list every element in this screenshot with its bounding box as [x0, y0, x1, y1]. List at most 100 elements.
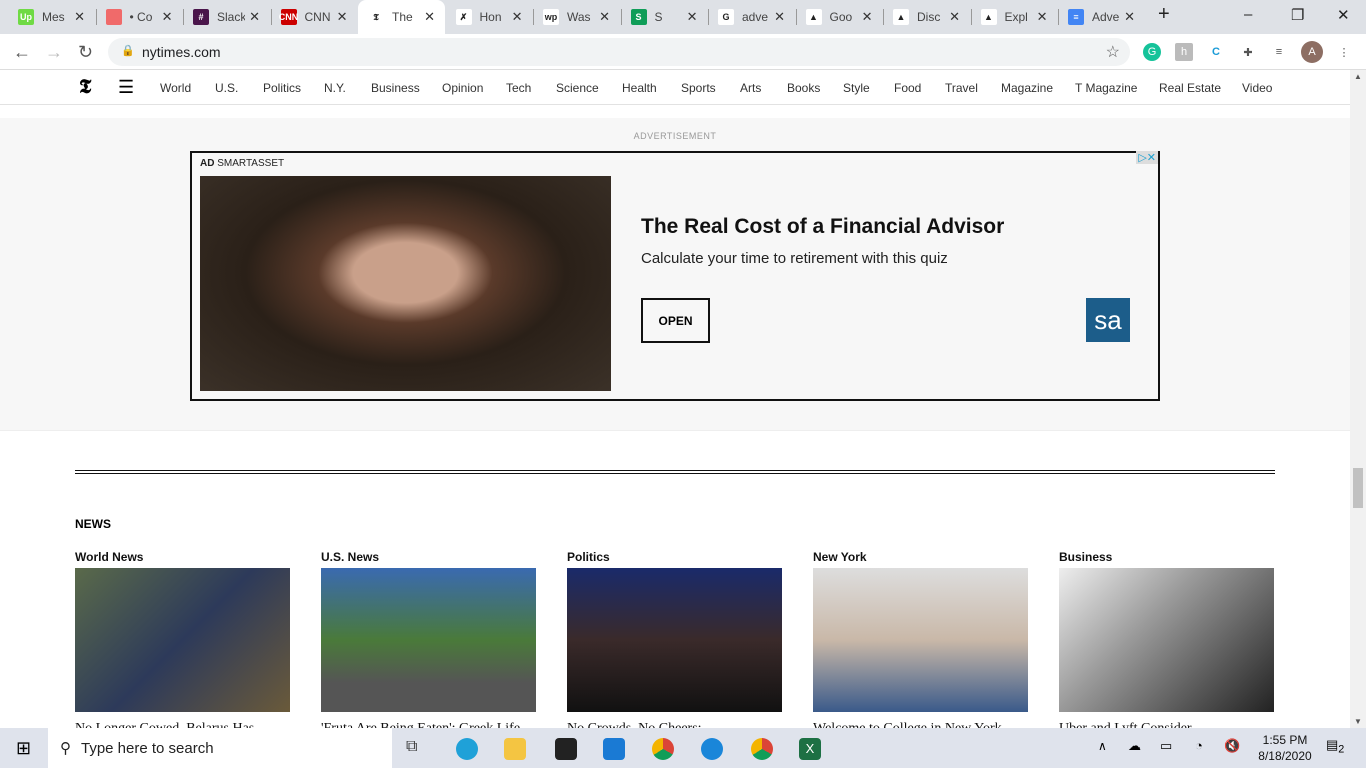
tab-8[interactable]: Gadve ✕	[708, 0, 795, 34]
close-tab-icon[interactable]: ✕	[512, 9, 523, 25]
mail-icon[interactable]	[603, 738, 625, 760]
nav-link[interactable]: Politics	[263, 81, 301, 95]
nav-link[interactable]: Food	[894, 81, 921, 95]
windows-start-icon[interactable]: ⊞	[16, 738, 31, 759]
story-headline[interactable]: Uber and Lyft Consider	[1059, 720, 1274, 728]
app-icon[interactable]	[701, 738, 723, 760]
tab-4[interactable]: 𝕿 The ✕	[358, 0, 445, 34]
story-image[interactable]	[567, 568, 782, 712]
section-label[interactable]: Business	[1059, 550, 1274, 564]
new-tab-button[interactable]: +	[1158, 3, 1170, 26]
tab-2[interactable]: # Slack ✕	[183, 0, 270, 34]
taskbar-search-input[interactable]: ⚲ Type here to search	[48, 728, 392, 768]
back-icon[interactable]: ←	[13, 42, 31, 63]
store-icon[interactable]	[555, 738, 577, 760]
nav-link[interactable]: Video	[1242, 81, 1272, 95]
puzzle-icon[interactable]: ✚	[1239, 43, 1257, 61]
story-image[interactable]	[1059, 568, 1274, 712]
nav-link[interactable]: Health	[622, 81, 657, 95]
avatar[interactable]: A	[1301, 41, 1323, 63]
volume-muted-icon[interactable]: 🔇	[1224, 738, 1240, 754]
tab-5[interactable]: ✗ Hon ✕	[446, 0, 533, 34]
close-tab-icon[interactable]: ✕	[1037, 9, 1048, 25]
story-image[interactable]	[813, 568, 1028, 712]
close-tab-icon[interactable]: ✕	[949, 9, 960, 25]
menu-icon[interactable]: ⋮	[1335, 43, 1353, 61]
close-window-button[interactable]: ✕	[1337, 6, 1350, 24]
story-headline[interactable]: 'Fruta Are Being Eaten': Greek Life	[321, 720, 536, 728]
close-tab-icon[interactable]: ✕	[249, 9, 260, 25]
nav-link[interactable]: Magazine	[1001, 81, 1053, 95]
close-tab-icon[interactable]: ✕	[862, 9, 873, 25]
tab-9[interactable]: ▲ Goo ✕	[796, 0, 883, 34]
tab-0[interactable]: Up Mes ✕	[8, 0, 95, 34]
close-tab-icon[interactable]: ✕	[162, 9, 173, 25]
extension-icon[interactable]: C	[1207, 43, 1225, 61]
forward-icon[interactable]: →	[45, 42, 63, 63]
grammarly-icon[interactable]: G	[1143, 43, 1161, 61]
tab-10[interactable]: ▲ Disc ✕	[883, 0, 970, 34]
extension-icon[interactable]: h	[1175, 43, 1193, 61]
nav-link[interactable]: Tech	[506, 81, 531, 95]
story-image[interactable]	[75, 568, 290, 712]
nav-link[interactable]: T Magazine	[1075, 81, 1137, 95]
clock[interactable]: 1:55 PM 8/18/2020	[1255, 732, 1315, 764]
nav-link[interactable]: Travel	[945, 81, 978, 95]
tab-12[interactable]: ≡ Adve ✕	[1058, 0, 1145, 34]
ad-banner[interactable]: AD SMARTASSET ▷✕ The Real Cost of a Fina…	[190, 151, 1160, 401]
minimize-button[interactable]: –	[1244, 6, 1252, 23]
section-label[interactable]: New York	[813, 550, 1028, 564]
close-tab-icon[interactable]: ✕	[424, 9, 435, 25]
nav-link[interactable]: Science	[556, 81, 599, 95]
nav-link[interactable]: Arts	[740, 81, 761, 95]
ad-open-button[interactable]: OPEN	[641, 298, 710, 343]
onedrive-icon[interactable]: ☁	[1128, 738, 1141, 754]
ad-image[interactable]	[200, 176, 611, 391]
battery-icon[interactable]: ▭	[1160, 738, 1172, 754]
reload-icon[interactable]: ↻	[78, 42, 93, 63]
nav-link[interactable]: Sports	[681, 81, 716, 95]
tab-3[interactable]: CNN CNN ✕	[271, 0, 358, 34]
story-headline[interactable]: No Crowds, No Cheers:	[567, 720, 782, 728]
adchoices-icon[interactable]: ▷✕	[1136, 151, 1158, 164]
nav-link[interactable]: U.S.	[215, 81, 238, 95]
tab-6[interactable]: wp Was ✕	[533, 0, 620, 34]
nav-link[interactable]: Style	[843, 81, 870, 95]
nav-link[interactable]: N.Y.	[324, 81, 346, 95]
bookmark-star-icon[interactable]: ☆	[1106, 42, 1120, 62]
task-view-icon[interactable]: ⧉	[406, 738, 428, 760]
story-headline[interactable]: Welcome to College in New York	[813, 720, 1028, 728]
close-tab-icon[interactable]: ✕	[337, 9, 348, 25]
nav-link[interactable]: Books	[787, 81, 820, 95]
nyt-logo-icon[interactable]: 𝕿	[79, 76, 91, 99]
close-tab-icon[interactable]: ✕	[599, 9, 610, 25]
ad-headline[interactable]: The Real Cost of a Financial Advisor	[641, 215, 1004, 239]
chrome-profile-icon[interactable]	[751, 738, 773, 760]
close-tab-icon[interactable]: ✕	[774, 9, 785, 25]
tab-11[interactable]: ▲ Expl ✕	[971, 0, 1058, 34]
tab-1[interactable]: • Co ✕	[96, 0, 183, 34]
section-label[interactable]: U.S. News	[321, 550, 536, 564]
notifications-icon[interactable]: ▤2	[1326, 737, 1344, 756]
close-tab-icon[interactable]: ✕	[74, 9, 85, 25]
section-label[interactable]: Politics	[567, 550, 782, 564]
close-tab-icon[interactable]: ✕	[687, 9, 698, 25]
story-image[interactable]	[321, 568, 536, 712]
story-headline[interactable]: No Longer Cowed, Belarus Has	[75, 720, 290, 728]
nav-link[interactable]: Real Estate	[1159, 81, 1221, 95]
nav-link[interactable]: Business	[371, 81, 420, 95]
excel-icon[interactable]: X	[799, 738, 821, 760]
scrollbar[interactable]: ▲ ▼	[1350, 70, 1366, 728]
address-bar[interactable]: 🔒 nytimes.com ☆	[108, 38, 1130, 66]
wifi-icon[interactable]: ◔	[1195, 738, 1203, 753]
nav-link[interactable]: Opinion	[442, 81, 483, 95]
hamburger-icon[interactable]: ☰	[118, 77, 134, 98]
nav-link[interactable]: World	[160, 81, 191, 95]
chrome-icon[interactable]	[652, 738, 674, 760]
chevron-up-icon[interactable]: ∧	[1098, 739, 1107, 753]
maximize-button[interactable]: ❐	[1291, 6, 1304, 24]
tab-7[interactable]: S S ✕	[621, 0, 708, 34]
media-icon[interactable]: ≡	[1270, 43, 1288, 61]
section-label[interactable]: World News	[75, 550, 290, 564]
close-tab-icon[interactable]: ✕	[1124, 9, 1135, 25]
